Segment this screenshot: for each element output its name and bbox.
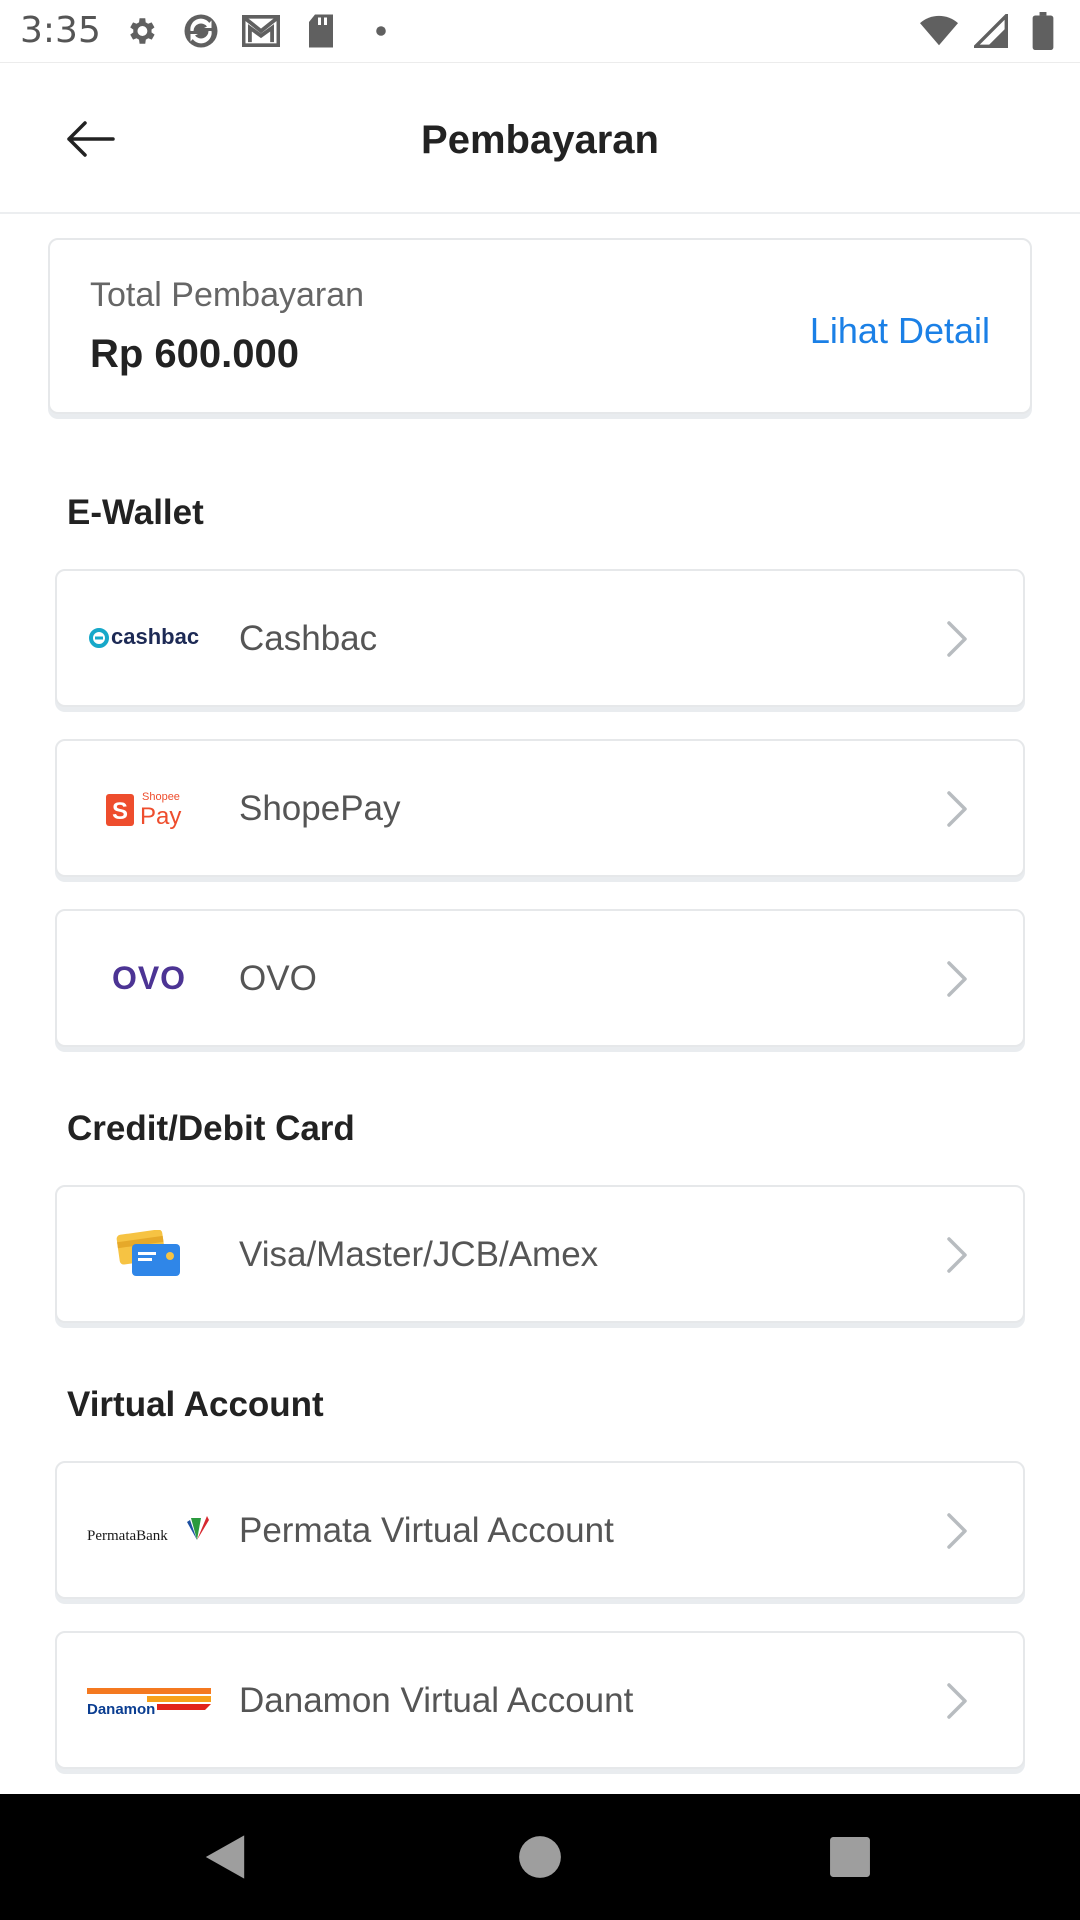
payment-method-danamon[interactable]: Danamon Danamon Virtual Account [55,1631,1025,1769]
payment-method-label: OVO [239,959,317,998]
chevron-right-icon [947,1513,967,1549]
chevron-right-icon [947,961,967,997]
shopeepay-logo: S Shopee Pay [79,765,219,851]
nav-recents-icon [830,1837,870,1877]
nav-home-button[interactable] [505,1824,575,1890]
chevron-right-icon [947,1683,967,1719]
battery-icon [1024,12,1062,50]
status-icons-left [122,12,400,50]
nav-recents-button[interactable] [815,1824,885,1890]
total-amount: Rp 600.000 [90,332,300,376]
app-header: Pembayaran [0,64,1080,214]
payment-method-permata[interactable]: PermataBank Permata Virtual Account [55,1461,1025,1599]
status-time: 3:35 [20,10,101,51]
chevron-right-icon [947,621,967,657]
total-payment-card: Total Pembayaran Rp 600.000 Lihat Detail [48,238,1032,414]
shopee-s-text: S [112,798,128,825]
danamon-logo-text: Danamon [87,1701,155,1718]
payment-method-shopeepay[interactable]: S Shopee Pay ShopePay [55,739,1025,877]
nav-home-icon [519,1836,561,1878]
payment-method-label: Permata Virtual Account [239,1511,614,1550]
permatabank-logo: PermataBank [79,1487,219,1573]
sync-icon [182,12,220,50]
ovo-logo-text: OVO [111,959,187,996]
shopee-small-text: Shopee [142,791,180,803]
ovo-logo: OVO [79,935,219,1021]
nav-back-button[interactable] [190,1824,260,1890]
payment-method-label: Danamon Virtual Account [239,1681,634,1720]
page-title: Pembayaran [421,118,659,162]
permatabank-logo-text: PermataBank [87,1528,168,1544]
payment-method-cashbac[interactable]: cashbac Cashbac [55,569,1025,707]
nav-back-icon [205,1835,245,1879]
section-title-card: Credit/Debit Card [67,1109,355,1148]
payment-method-label: Visa/Master/JCB/Amex [239,1235,599,1274]
dot-icon [362,12,400,50]
status-bar: 3:35 [0,0,1080,63]
section-title-ewallet: E-Wallet [67,493,204,532]
gmail-icon [242,12,280,50]
view-detail-link[interactable]: Lihat Detail [810,310,990,352]
section-title-virtual-account: Virtual Account [67,1385,324,1424]
system-nav-bar [0,1794,1080,1920]
sd-card-icon [302,12,340,50]
payment-method-label: Cashbac [239,619,378,658]
chevron-right-icon [947,1237,967,1273]
payment-method-card[interactable]: Visa/Master/JCB/Amex [55,1185,1025,1323]
payment-method-label: ShopePay [239,789,401,828]
total-label: Total Pembayaran [90,276,365,314]
wifi-icon [920,12,958,50]
cashbac-logo-text: cashbac [111,624,199,649]
settings-icon [122,12,160,50]
signal-icon [972,12,1010,50]
cashbac-logo: cashbac [79,595,219,681]
chevron-right-icon [947,791,967,827]
status-icons-right [920,12,1062,50]
payment-method-ovo[interactable]: OVO OVO [55,909,1025,1047]
shopee-pay-text: Pay [140,803,181,830]
danamon-logo: Danamon [79,1657,219,1743]
credit-card-icon [79,1211,219,1297]
